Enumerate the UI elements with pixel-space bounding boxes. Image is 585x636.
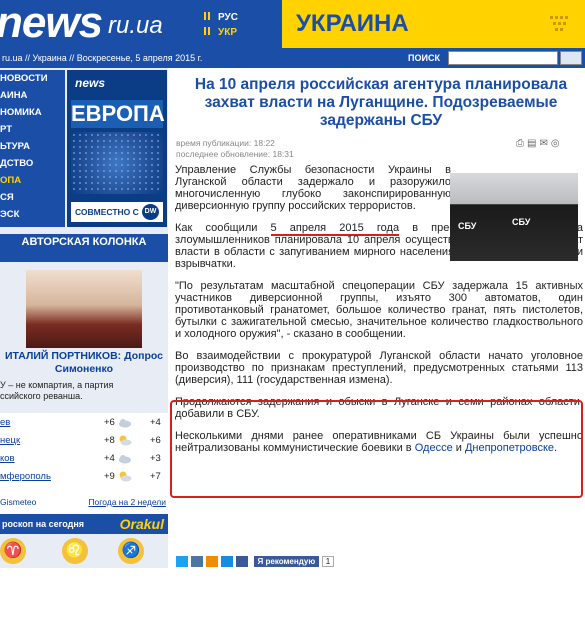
lang-ua-label: УКР: [218, 27, 237, 38]
dw-logo-icon: DW: [142, 204, 159, 220]
horoscope-header: роскоп на сегодня Orakul: [0, 514, 168, 534]
weather-city-link[interactable]: ков: [0, 453, 15, 464]
facebook-icon[interactable]: [236, 556, 248, 568]
temp-day: +9: [104, 471, 115, 482]
paragraph: Во взаимодействии с прокуратурой Луганск…: [175, 350, 583, 386]
search-button[interactable]: [560, 51, 582, 65]
paragraph: "По результатам масштабной спецоперации …: [175, 280, 583, 340]
nav-item[interactable]: ЬТУРА: [0, 141, 30, 152]
author-column: АВТОРСКАЯ КОЛОНКА ИТАЛИЙ ПОРТНИКОВ: Допр…: [0, 230, 168, 401]
sun-cloud-icon: [119, 435, 132, 446]
site-logo[interactable]: news ru.ua: [0, 0, 190, 48]
comments-icon[interactable]: ◎: [551, 138, 560, 149]
temp-night: +3: [150, 453, 161, 464]
article-title: На 10 апреля российская агентура планиро…: [194, 76, 568, 129]
temp-night: +7: [150, 471, 161, 482]
nav-item[interactable]: СЯ: [0, 192, 14, 203]
weather-widget: ев +6 +4 нецк +8 +6 ков +4 +3 мферополь …: [0, 413, 168, 515]
section-banner: УКРАИНА: [282, 0, 585, 48]
europe-title: ЕВРОПА: [71, 100, 165, 128]
partner-label: СОВМЕСТНО С: [75, 207, 139, 217]
author-column-title: АВТОРСКАЯ КОЛОНКА: [0, 234, 168, 262]
weather-row: ев +6 +4: [0, 417, 168, 435]
search-label: ПОИСК: [408, 53, 440, 63]
weather-source-link[interactable]: Gismeteo: [0, 497, 36, 507]
updated-time: последнее обновление: 18:31: [176, 149, 294, 159]
article-meta: время публикации: 18:22 последнее обновл…: [176, 138, 294, 160]
partner-strip: СОВМЕСТНО С DW: [71, 202, 163, 222]
recommend-count: 1: [321, 556, 335, 568]
nav-item[interactable]: РТ: [0, 124, 12, 135]
temp-day: +4: [104, 453, 115, 464]
section-title: УКРАИНА: [296, 10, 409, 37]
europe-map-dots: [71, 132, 163, 194]
weather-row: мферополь +9 +7: [0, 471, 168, 489]
logo-main-text: news: [0, 0, 103, 47]
lang-ru-label: РУС: [218, 12, 238, 23]
search-input[interactable]: [448, 51, 558, 65]
email-icon[interactable]: ✉: [539, 138, 547, 149]
leo-icon[interactable]: ♌: [62, 538, 88, 564]
author-photo[interactable]: [26, 270, 142, 348]
breadcrumb-bar: ru.ua // Украина // Воскресенье, 5 апрел…: [0, 48, 585, 68]
breadcrumb[interactable]: ru.ua // Украина // Воскресенье, 5 апрел…: [2, 53, 202, 63]
lang-ua-link[interactable]: УКР: [204, 27, 237, 38]
weather-row: ков +4 +3: [0, 453, 168, 471]
cloud-icon: [119, 419, 131, 428]
author-teaser: У – не компартия, а партия ссийского рев…: [0, 380, 114, 401]
nav-item[interactable]: НОМИКА: [0, 107, 42, 118]
paragraph-text: Как сообщили: [175, 222, 271, 234]
flag-icon: [204, 12, 212, 20]
mailru-icon[interactable]: [221, 556, 233, 568]
temp-night: +6: [150, 435, 161, 446]
left-sidebar: НОВОСТИ АИНА НОМИКА РТ ЬТУРА ДСТВО ОПА С…: [0, 68, 168, 568]
site-header: news ru.ua РУС УКР УКРАИНА: [0, 0, 585, 48]
nav-item[interactable]: НОВОСТИ: [0, 73, 48, 84]
europe-banner[interactable]: news ЕВРОПА СОВМЕСТНО С DW: [67, 70, 167, 227]
nav-item[interactable]: ДСТВО: [0, 158, 33, 169]
article-tools: ⎙ ▤ ✉ ◎: [516, 138, 563, 149]
temp-day: +6: [104, 417, 115, 428]
nav-item-active[interactable]: ОПА: [0, 175, 21, 186]
logo-suffix-text: ru.ua: [108, 12, 163, 39]
horoscope-title: роскоп на сегодня: [2, 519, 85, 529]
vk-icon[interactable]: [191, 556, 203, 568]
temp-night: +4: [150, 417, 161, 428]
weather-row: нецк +8 +6: [0, 435, 168, 453]
temp-day: +8: [104, 435, 115, 446]
article-photo[interactable]: СБУ СБУ: [450, 173, 578, 261]
nav-item[interactable]: ЭСК: [0, 209, 19, 220]
horoscope-widget: роскоп на сегодня Orakul ♈ ♌ ♐: [0, 508, 168, 636]
sun-cloud-icon: [119, 471, 132, 482]
author-article-link[interactable]: ИТАЛИЙ ПОРТНИКОВ: Допрос Симоненко: [0, 350, 168, 376]
odnoklassniki-icon[interactable]: [206, 556, 218, 568]
language-switcher: РУС УКР: [190, 0, 282, 48]
aries-icon[interactable]: ♈: [0, 538, 26, 564]
lang-ru-link[interactable]: РУС: [204, 12, 238, 23]
photo-label: СБУ: [512, 217, 531, 227]
sagittarius-icon[interactable]: ♐: [118, 538, 144, 564]
twitter-icon[interactable]: [176, 556, 188, 568]
horoscope-brand[interactable]: Orakul: [120, 514, 164, 534]
section-nav: НОВОСТИ АИНА НОМИКА РТ ЬТУРА ДСТВО ОПА С…: [0, 70, 65, 227]
dots-grid-icon: [550, 16, 568, 31]
highlight-frame: [170, 400, 583, 498]
weather-city-link[interactable]: ев: [0, 417, 10, 428]
flag-icon: [204, 27, 212, 35]
weather-city-link[interactable]: нецк: [0, 435, 20, 446]
paragraph: Управление Службы безопасности Украины в…: [175, 164, 451, 212]
weather-city-link[interactable]: мферополь: [0, 471, 51, 482]
print-icon[interactable]: ⎙: [516, 138, 524, 149]
recommend-button[interactable]: Я рекомендую: [253, 556, 320, 568]
save-icon[interactable]: ▤: [527, 138, 536, 149]
nav-item[interactable]: АИНА: [0, 90, 27, 101]
weather-forecast-link[interactable]: Погода на 2 недели: [88, 497, 166, 507]
europe-logo: news: [75, 76, 106, 90]
cloud-icon: [119, 455, 131, 464]
photo-label: СБУ: [458, 221, 477, 231]
published-time: время публикации: 18:22: [176, 138, 275, 148]
social-share-bar: Я рекомендую 1: [176, 556, 335, 568]
